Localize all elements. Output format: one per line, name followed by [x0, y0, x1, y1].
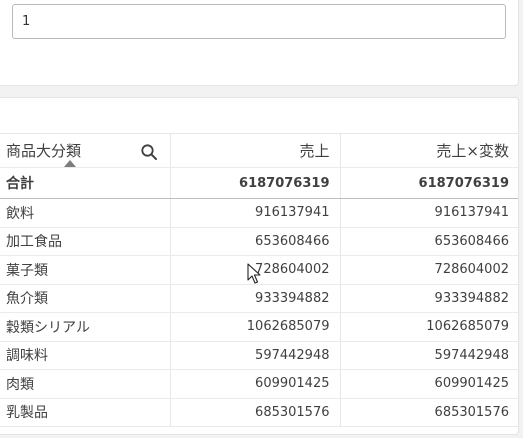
row-category[interactable]: 調味料: [0, 341, 171, 370]
row-sales: 597442948: [170, 341, 341, 370]
row-sales: 685301576: [170, 398, 341, 427]
header-sales-x-variable[interactable]: 売上×変数: [340, 133, 518, 168]
row-category[interactable]: 加工食品: [0, 227, 171, 256]
mouse-pointer-icon: [247, 263, 261, 284]
row-sales-x-variable: 933394882: [340, 284, 518, 313]
row-sales: 933394882: [170, 284, 341, 313]
row-sales-x-variable: 916137941: [340, 198, 518, 228]
variable-input-card: 1: [0, 0, 519, 86]
total-row: 合計 6187076319 6187076319: [0, 167, 518, 199]
header-row: 商品大分類 売上 売上×変数: [0, 133, 518, 168]
row-category[interactable]: 魚介類: [0, 284, 171, 313]
row-sales: 916137941: [170, 198, 341, 228]
row-sales-x-variable: 728604002: [340, 255, 518, 285]
row-sales-x-variable: 685301576: [340, 398, 518, 427]
table-row[interactable]: 穀類シリアル 1062685079 1062685079: [0, 312, 518, 342]
table-row[interactable]: 魚介類 933394882 933394882: [0, 284, 518, 313]
row-sales-x-variable: 609901425: [340, 369, 518, 399]
table-row[interactable]: 加工食品 653608466 653608466: [0, 227, 518, 256]
table-row[interactable]: 乳製品 685301576 685301576: [0, 398, 518, 427]
total-sales: 6187076319: [170, 167, 341, 199]
table-row[interactable]: 調味料 597442948 597442948: [0, 341, 518, 370]
row-sales-x-variable: 653608466: [340, 227, 518, 256]
row-category[interactable]: 飲料: [0, 198, 171, 228]
row-category[interactable]: 乳製品: [0, 398, 171, 427]
row-sales: 653608466: [170, 227, 341, 256]
search-icon[interactable]: [140, 143, 158, 161]
row-category[interactable]: 穀類シリアル: [0, 312, 171, 342]
header-sales[interactable]: 売上: [170, 133, 341, 168]
header-category[interactable]: 商品大分類: [0, 133, 171, 168]
sort-ascending-icon: [64, 160, 76, 167]
table-row[interactable]: 飲料 916137941 916137941: [0, 198, 518, 228]
row-sales: 1062685079: [170, 312, 341, 342]
row-category[interactable]: 肉類: [0, 369, 171, 399]
row-category[interactable]: 菓子類: [0, 255, 171, 285]
row-sales-x-variable: 597442948: [340, 341, 518, 370]
total-label: 合計: [0, 167, 171, 199]
row-sales: 609901425: [170, 369, 341, 399]
header-category-label: 商品大分類: [6, 142, 82, 160]
table-row[interactable]: 肉類 609901425 609901425: [0, 369, 518, 399]
row-sales-x-variable: 1062685079: [340, 312, 518, 342]
total-sales-x-variable: 6187076319: [340, 167, 518, 199]
variable-input[interactable]: 1: [12, 4, 506, 39]
